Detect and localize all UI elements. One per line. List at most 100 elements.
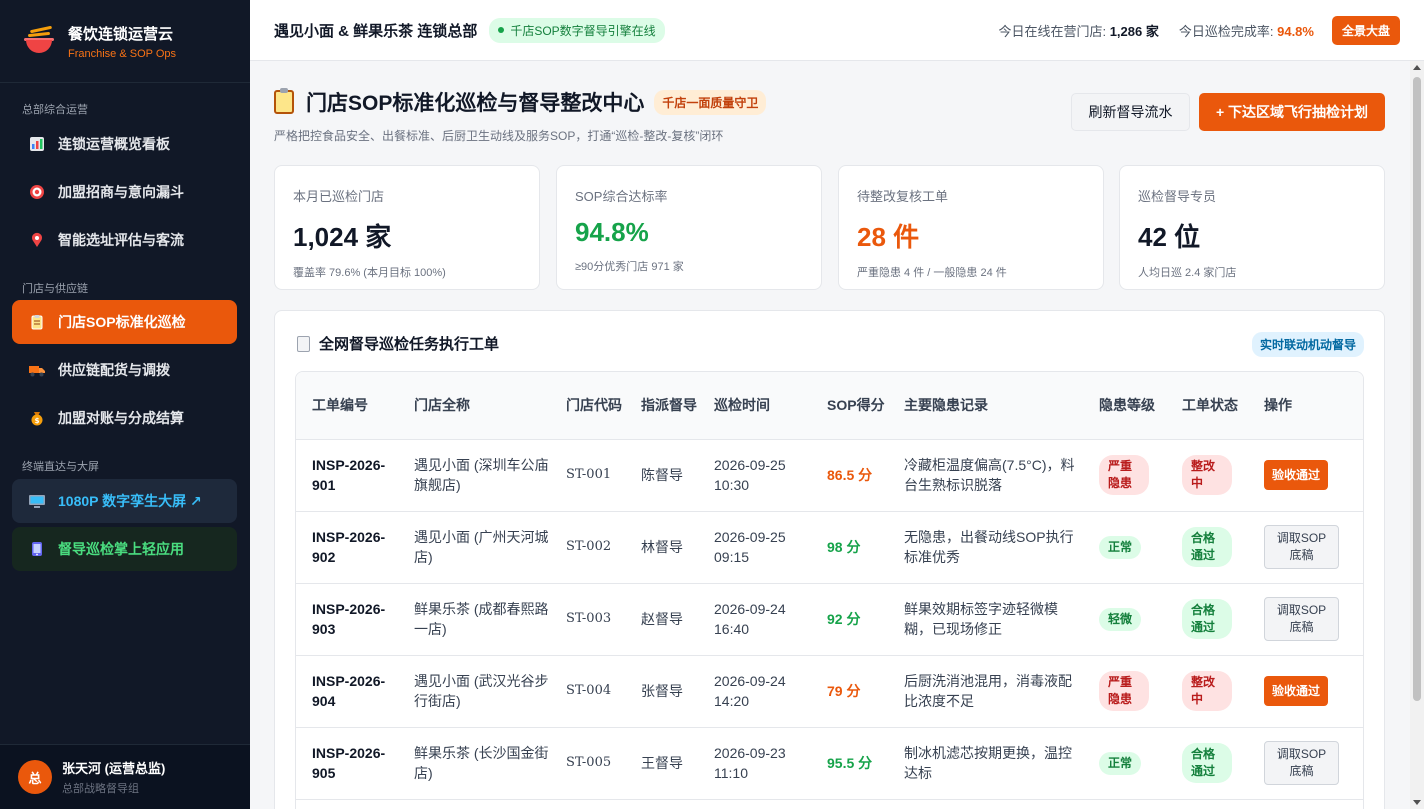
clipboard-icon — [28, 313, 46, 331]
work-order-panel: 全网督导巡检任务执行工单 实时联动机动督导 工单编号 门店全称 门店代码 指派督… — [274, 310, 1385, 809]
action-cell: 调取SOP底稿 — [1256, 583, 1363, 656]
kpi-note: 人均日巡 2.4 家门店 — [1138, 267, 1237, 279]
work-order-table: 工单编号 门店全称 门店代码 指派督导 巡检时间 SOP得分 主要隐患记录 隐患… — [295, 371, 1364, 809]
inspection-time: 2026-09-24 14:20 — [706, 655, 819, 728]
top-bar: 遇见小面 & 鲜果乐茶 连锁总部 千店SOP数字督导引擎在线 今日在线在营门店:… — [250, 0, 1424, 61]
status-badge: 整改中 — [1182, 671, 1232, 711]
order-id: INSP-2026-902 — [296, 511, 406, 584]
inspection-rate-label: 今日巡检完成率: — [1178, 23, 1274, 39]
scrollbar-thumb[interactable] — [1413, 77, 1421, 701]
sop-score: 98 分 — [819, 511, 896, 584]
page-title: 门店SOP标准化巡检与督导整改中心 千店一面质量守卫 — [274, 87, 767, 117]
user-profile[interactable]: 总 张天河 (运营总监) 总部战略督导组 — [0, 744, 250, 809]
target-icon — [28, 183, 46, 201]
engine-status-badge: 千店SOP数字督导引擎在线 — [489, 17, 665, 43]
risk-level-cell: 严重隐患 — [1091, 655, 1174, 728]
svg-text:$: $ — [35, 417, 40, 425]
page-title-text: 门店SOP标准化巡检与督导整改中心 — [306, 92, 645, 115]
top-stats: 今日在线在营门店: 1,286 家 今日巡检完成率: 94.8% 全景大盘 — [978, 15, 1400, 45]
online-stores-stat: 今日在线在营门店: 1,286 家 — [998, 21, 1158, 40]
order-id: INSP-2026-905 — [296, 727, 406, 800]
kpi-label: 待整改复核工单 — [857, 189, 949, 204]
status-badge: 合格通过 — [1182, 743, 1232, 783]
issue-record: 后厨洗消池混用，消毒液配比浓度不足 — [896, 655, 1091, 728]
issue-spot-check-plan-button[interactable]: + 下达区域飞行抽检计划 — [1199, 93, 1385, 131]
sidebar-item-settlement[interactable]: $ 加盟对账与分成结算 — [12, 396, 237, 440]
issue-record: 制冰机滤芯按期更换，温控达标 — [896, 727, 1091, 800]
page-subtitle: 严格把控食品安全、出餐标准、后厨卫生动线及服务SOP，打通“巡检-整改-复核”闭… — [274, 129, 724, 143]
inspector: 王督导 — [633, 727, 706, 800]
money-bag-icon: $ — [28, 409, 46, 427]
sidebar-item-label: 督导巡检掌上轻应用 — [58, 541, 184, 557]
column-header: 工单编号 — [296, 372, 406, 440]
sidebar-item-label: 加盟对账与分成结算 — [58, 410, 184, 426]
action-cell: 验收通过 — [1256, 655, 1363, 728]
online-stores-value: 1,286 家 — [1109, 23, 1159, 39]
sidebar-item-digital-twin-screen[interactable]: 1080P 数字孪生大屏 ↗ — [12, 479, 237, 523]
panel-title: 全网督导巡检任务执行工单 — [297, 333, 499, 354]
risk-level-badge: 轻微 — [1099, 607, 1142, 631]
store-code: ST-002 — [558, 511, 633, 584]
kpi-value: 42 位 — [1138, 222, 1201, 252]
kpi-note: 严重隐患 4 件 / 一般隐患 24 件 — [857, 267, 1007, 279]
kpi-label: SOP综合达标率 — [575, 189, 668, 204]
scroll-up-arrow-icon[interactable] — [1413, 65, 1421, 70]
kpi-value: 94.8% — [575, 217, 649, 247]
accept-button[interactable]: 验收通过 — [1264, 460, 1329, 490]
store-code: ST-001 — [558, 439, 633, 512]
store-name: 遇见小面 (武汉光谷步行街店) — [406, 655, 558, 728]
sidebar-item-supply-chain[interactable]: 供应链配货与调拨 — [12, 348, 237, 392]
brand[interactable]: 餐饮连锁运营云 Franchise & SOP Ops — [0, 0, 250, 83]
status-cell: 合格通过 — [1174, 511, 1256, 584]
sidebar: 餐饮连锁运营云 Franchise & SOP Ops 总部综合运营 连锁运营概… — [0, 0, 250, 809]
main-content: 门店SOP标准化巡检与督导整改中心 千店一面质量守卫 严格把控食品安全、出餐标准… — [250, 61, 1410, 809]
phone-icon — [28, 540, 46, 558]
store-name: 鲜果乐茶 (成都春熙路一店) — [406, 583, 558, 656]
avatar: 总 — [18, 760, 52, 794]
kpi-label: 巡检督导专员 — [1138, 189, 1217, 204]
refresh-button[interactable]: 刷新督导流水 — [1071, 93, 1190, 131]
column-header: 巡检时间 — [706, 372, 819, 440]
sidebar-item-franchise-funnel[interactable]: 加盟招商与意向漏斗 — [12, 170, 237, 214]
order-id: INSP-2026-901 — [296, 439, 406, 512]
map-pin-icon — [28, 231, 46, 249]
table-row: INSP-2026-904 遇见小面 (武汉光谷步行街店) ST-004 张督导… — [296, 655, 1363, 728]
kpi-note: 覆盖率 79.6% (本月目标 100%) — [293, 267, 446, 279]
store-code: ST-005 — [558, 727, 633, 800]
accept-button[interactable]: 验收通过 — [1264, 676, 1329, 706]
kpi-note: ≥90分优秀门店 971 家 — [575, 261, 684, 273]
store-code: ST-004 — [558, 655, 633, 728]
store-name: 遇见小面 (广州天河城店) — [406, 511, 558, 584]
monitor-icon — [28, 492, 46, 510]
table-row: INSP-2026-902 遇见小面 (广州天河城店) ST-002 林督导 2… — [296, 511, 1363, 584]
view-sop-draft-button[interactable]: 调取SOP底稿 — [1264, 741, 1339, 785]
brand-subtitle: Franchise & SOP Ops — [68, 47, 177, 60]
risk-level-badge: 严重隐患 — [1099, 455, 1149, 495]
column-header: 主要隐患记录 — [896, 372, 1091, 440]
sop-score: 92 分 — [819, 583, 896, 656]
sidebar-item-mobile-app[interactable]: 督导巡检掌上轻应用 — [12, 527, 237, 571]
scroll-down-arrow-icon[interactable] — [1413, 800, 1421, 805]
order-id: INSP-2026-903 — [296, 583, 406, 656]
live-dispatch-badge: 实时联动机动督导 — [1251, 332, 1364, 357]
status-badge: 合格通过 — [1182, 599, 1232, 639]
store-code: ST-003 — [558, 583, 633, 656]
panorama-dashboard-button[interactable]: 全景大盘 — [1331, 15, 1400, 45]
sidebar-item-sop-inspection[interactable]: 门店SOP标准化巡检 — [12, 300, 237, 344]
view-sop-draft-button[interactable]: 调取SOP底稿 — [1264, 597, 1339, 641]
nav-section-terminal: 终端直达与大屏 — [22, 461, 99, 473]
action-cell: 验收通过 — [1256, 439, 1363, 512]
page-header: 门店SOP标准化巡检与督导整改中心 千店一面质量守卫 严格把控食品安全、出餐标准… — [274, 87, 767, 144]
truck-icon — [28, 361, 46, 379]
sidebar-item-overview[interactable]: 连锁运营概览看板 — [12, 122, 237, 166]
sidebar-item-site-selection[interactable]: 智能选址评估与客流 — [12, 218, 237, 262]
table-row: INSP-2026-905 鲜果乐茶 (长沙国金街店) ST-005 王督导 2… — [296, 727, 1363, 800]
vertical-scrollbar[interactable] — [1410, 61, 1424, 809]
view-sop-draft-button[interactable]: 调取SOP底稿 — [1264, 525, 1339, 569]
status-cell: 整改中 — [1174, 439, 1256, 512]
nav-section-hq: 总部综合运营 — [22, 104, 88, 116]
kpi-card-inspected: 本月已巡检门店 1,024 家 覆盖率 79.6% (本月目标 100%) — [274, 165, 540, 290]
kpi-card-pending: 待整改复核工单 28 件 严重隐患 4 件 / 一般隐患 24 件 — [838, 165, 1104, 290]
org-title: 遇见小面 & 鲜果乐茶 连锁总部 — [274, 22, 478, 40]
risk-level-cell: 轻微 — [1091, 583, 1174, 656]
